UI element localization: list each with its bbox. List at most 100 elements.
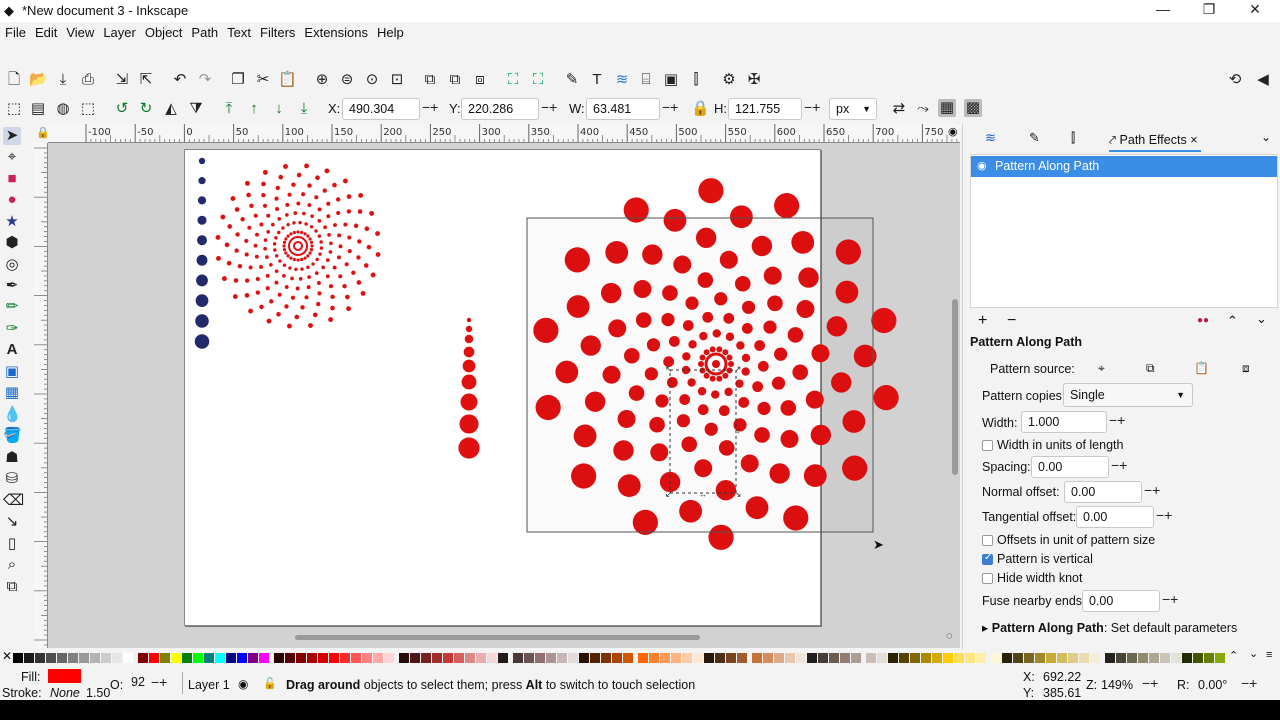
palette-swatch[interactable] [660, 653, 670, 663]
palette-swatch[interactable] [568, 653, 578, 663]
palette-swatch[interactable] [193, 653, 203, 663]
zoom-width-icon[interactable]: ⊡ [388, 71, 406, 89]
palette-swatch[interactable] [329, 653, 339, 663]
palette-swatch[interactable] [623, 653, 633, 663]
menu-file[interactable]: File [0, 22, 30, 40]
star-tool-icon[interactable]: ★ [3, 213, 21, 231]
palette-swatch[interactable] [1057, 653, 1067, 663]
menu-extensions[interactable]: Extensions [299, 22, 372, 40]
palette-swatch[interactable] [1024, 653, 1034, 663]
paint-bucket-tool-icon[interactable]: 🪣 [3, 427, 22, 445]
scale-corners-icon[interactable]: ⤳ [914, 100, 932, 118]
palette-swatch[interactable] [818, 653, 828, 663]
tab-layers-icon[interactable]: ≋ [985, 130, 996, 152]
palette-swatch[interactable] [237, 653, 247, 663]
zoom-value[interactable]: 149% [1101, 678, 1133, 692]
palette-swatch[interactable] [171, 653, 181, 663]
y-stepper[interactable]: −+ [541, 99, 557, 115]
palette-swatch[interactable] [943, 653, 953, 663]
close-button[interactable]: ✕ [1232, 1, 1278, 18]
palette-swatch[interactable] [68, 653, 78, 663]
palette-swatch[interactable] [149, 653, 159, 663]
palette-swatch[interactable] [1105, 653, 1115, 663]
import-icon[interactable]: ⇲ [113, 71, 131, 89]
vertical-scrollbar[interactable] [952, 299, 958, 475]
handle-bottom[interactable]: ↔ [699, 490, 707, 499]
rotate-cw-icon[interactable]: ↻ [137, 100, 155, 118]
zoom-page-icon[interactable]: ⊙ [363, 71, 381, 89]
redo-icon[interactable]: ↷ [196, 71, 214, 89]
new-document-icon[interactable]: 🗋 [5, 71, 23, 89]
deselect-icon[interactable]: ⬚ [79, 100, 97, 118]
x-input[interactable]: 490.304 [342, 98, 420, 120]
palette-swatch[interactable] [888, 653, 898, 663]
menu-view[interactable]: View [61, 22, 98, 40]
palette-swatch[interactable] [340, 653, 350, 663]
handle-bottom-right[interactable]: ↘ [734, 489, 742, 499]
palette-swatch[interactable] [601, 653, 611, 663]
open-icon[interactable]: 📂 [29, 71, 48, 89]
snap-toggle-icon[interactable]: ⟲ [1226, 71, 1244, 89]
eraser-tool-icon[interactable]: ⌫ [3, 492, 24, 510]
palette-swatch[interactable] [454, 653, 464, 663]
palette-swatch[interactable] [737, 653, 747, 663]
palette-swatch[interactable] [910, 653, 920, 663]
group-icon[interactable]: ⛶ [504, 71, 522, 89]
normal-offset-stepper[interactable]: −+ [1144, 482, 1160, 498]
palette-swatch[interactable] [579, 653, 589, 663]
palette-swatch[interactable] [274, 653, 284, 663]
menu-path[interactable]: Path [186, 22, 222, 40]
add-effect-button[interactable]: + [978, 312, 987, 330]
palette-swatch[interactable] [774, 653, 784, 663]
palette-menu-icon[interactable]: ≡ [1266, 649, 1272, 661]
fill-stroke-icon[interactable]: ✎ [563, 71, 581, 89]
opacity-input[interactable]: 92 [125, 672, 151, 694]
scale-stroke-icon[interactable]: ⇄ [890, 100, 908, 118]
palette-swatch[interactable] [1149, 653, 1159, 663]
palette-swatch[interactable] [160, 653, 170, 663]
tab-fill-stroke-icon[interactable]: ✎ [1029, 130, 1040, 152]
spray-tool-icon[interactable]: ⛁ [3, 470, 21, 488]
palette-swatch[interactable] [1002, 653, 1012, 663]
handle-right[interactable]: ↕ [736, 426, 740, 435]
palette-swatch[interactable] [991, 653, 1001, 663]
palette-swatch[interactable] [13, 653, 23, 663]
palette-swatch[interactable] [1160, 653, 1170, 663]
spiral-tool-icon[interactable]: ◎ [3, 256, 21, 274]
hide-width-knot-checkbox[interactable] [982, 573, 993, 584]
move-up-icon[interactable]: ⌃ [1227, 313, 1238, 329]
palette-swatch[interactable] [752, 653, 762, 663]
move-down-icon[interactable]: ⌄ [1256, 311, 1267, 327]
palette-swatch[interactable] [351, 653, 361, 663]
pages-tool-icon[interactable]: ⧉ [3, 578, 21, 596]
palette-swatch[interactable] [138, 653, 148, 663]
palette-swatch[interactable] [899, 653, 909, 663]
text-tool-icon[interactable]: A [3, 341, 21, 359]
palette-swatch[interactable] [384, 653, 394, 663]
menu-help[interactable]: Help [372, 22, 408, 40]
h-stepper[interactable]: −+ [804, 99, 820, 115]
palette-swatch[interactable] [1171, 653, 1181, 663]
ellipse-tool-icon[interactable]: ● [3, 191, 21, 209]
palette-swatch[interactable] [704, 653, 714, 663]
palette-swatch[interactable] [693, 653, 703, 663]
palette-swatch[interactable] [432, 653, 442, 663]
lower-bottom-icon[interactable]: ⤓ [295, 100, 313, 118]
eye-visible-icon[interactable]: ◉ [977, 156, 987, 177]
menu-filters[interactable]: Filters [255, 22, 299, 40]
menu-text[interactable]: Text [222, 22, 255, 40]
tab-close-icon[interactable]: × [1190, 133, 1197, 147]
palette-swatch[interactable] [671, 653, 681, 663]
effect-list-item[interactable]: ◉ Pattern Along Path [971, 156, 1277, 177]
h-input[interactable]: 121.755 [728, 98, 802, 120]
layer-name[interactable]: Layer 1 [188, 678, 230, 692]
palette-swatch[interactable] [1182, 653, 1192, 663]
width-input[interactable]: 1.000 [1021, 411, 1107, 433]
palette-swatch[interactable] [866, 653, 876, 663]
red-dot-path-column[interactable] [458, 317, 480, 459]
palette-swatch[interactable] [763, 653, 773, 663]
w-stepper[interactable]: −+ [662, 99, 678, 115]
palette-swatch[interactable] [840, 653, 850, 663]
tab-align-icon[interactable]: ⫿ [1071, 130, 1075, 152]
transform-gradients-icon[interactable]: ▦ [938, 99, 956, 117]
